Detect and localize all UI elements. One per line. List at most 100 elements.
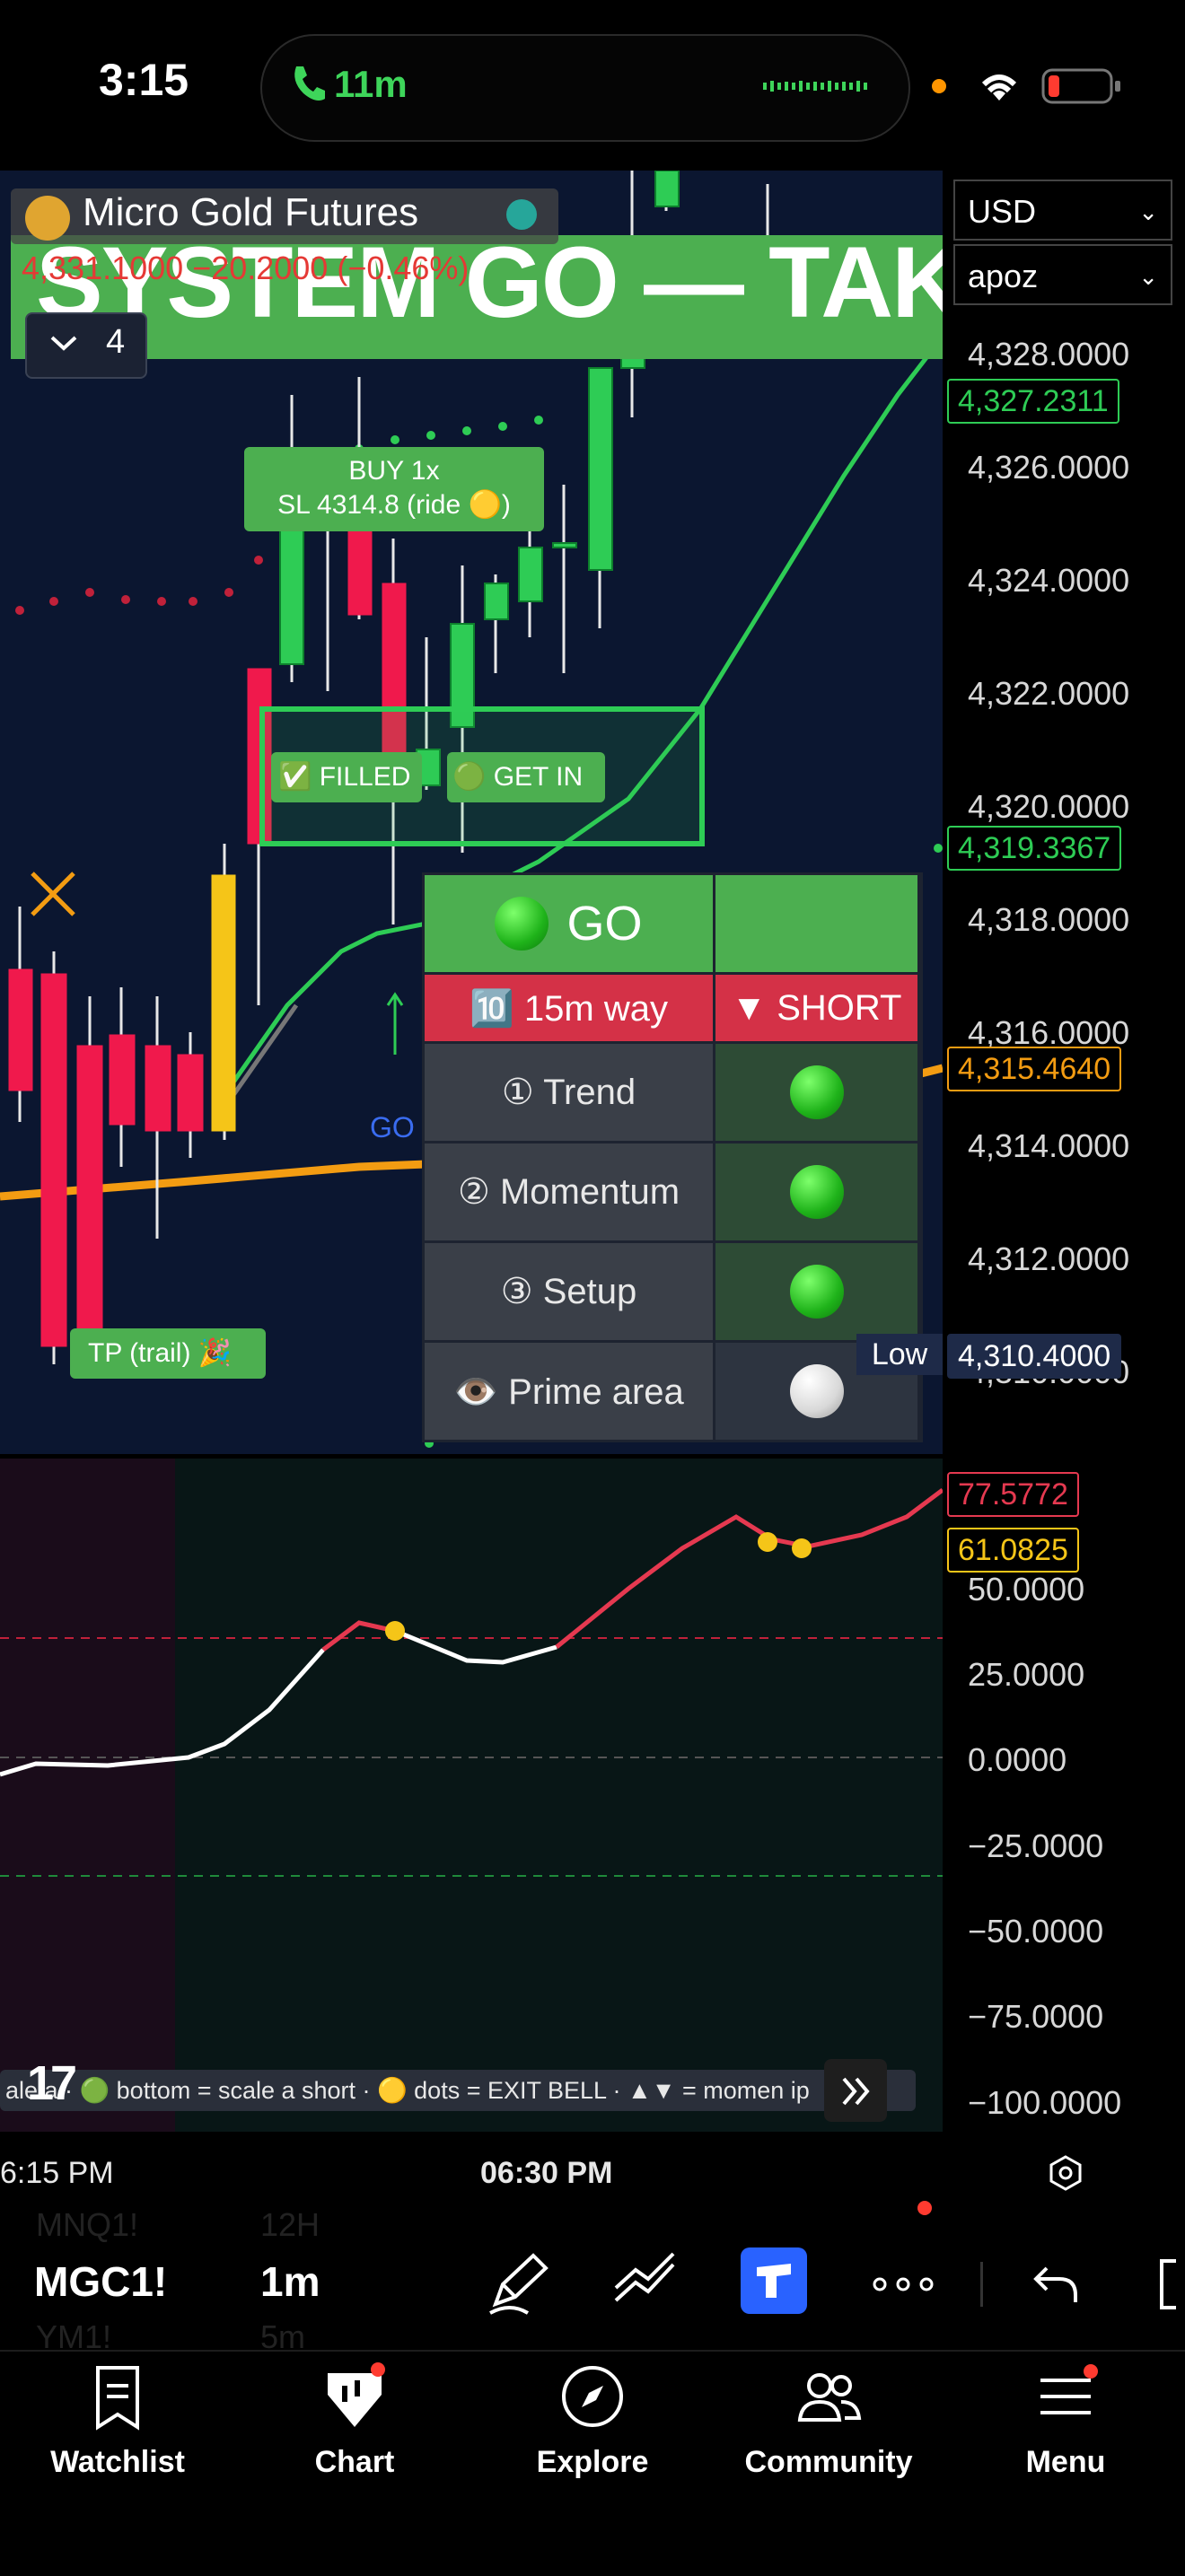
chevron-down-icon: ⌄	[1138, 198, 1158, 225]
oscillator-tick: 25.0000	[968, 1656, 1085, 1693]
chevron-down-icon	[50, 336, 77, 351]
signal-row-trend: ① Trend	[425, 1044, 920, 1143]
get-in-tag: 🟢 GET IN	[447, 752, 605, 802]
compass-icon	[562, 2366, 623, 2427]
white-light-icon	[789, 1364, 844, 1418]
chevron-down-icon: ⌄	[1138, 263, 1158, 290]
interval-scroll-prev: 12H	[260, 2206, 320, 2243]
oscillator-tick: 0.0000	[968, 1741, 1067, 1778]
tab-chart[interactable]: Chart	[251, 2361, 458, 2522]
interval-picker[interactable]: 1m	[260, 2257, 320, 2306]
undo-icon[interactable]	[1020, 2248, 1092, 2320]
price-tick: 4,312.0000	[968, 1240, 1130, 1277]
price-tick: 4,328.0000	[968, 336, 1130, 372]
price-tick: 4,322.0000	[968, 675, 1130, 712]
tab-menu[interactable]: Menu	[962, 2361, 1169, 2522]
signal-row-label: ③ Setup	[425, 1243, 715, 1340]
symbol-price-change: 4,331.1000 −20.2000 (−0.46%)	[22, 250, 470, 286]
tab-community[interactable]: Community	[725, 2361, 932, 2522]
oscillator-tick: 50.0000	[968, 1571, 1085, 1608]
price-tick: 4,318.0000	[968, 901, 1130, 938]
indicator-legend-tape: ale a · 🟢 bottom = scale a short · 🟡 dot…	[0, 2070, 916, 2111]
status-time: 3:15	[99, 55, 189, 105]
signal-row-label: ② Momentum	[425, 1143, 715, 1240]
home-indicator	[377, 2540, 808, 2551]
currency-select[interactable]: USD ⌄	[953, 180, 1172, 241]
tab-label: Watchlist	[50, 2445, 185, 2479]
watchlist-icon	[96, 2366, 139, 2431]
oscillator-tick: −25.0000	[968, 1827, 1104, 1864]
take-profit-tag: TP (trail) 🎉	[70, 1328, 266, 1379]
oscillator-tick: −50.0000	[968, 1913, 1104, 1950]
indicator-template-icon	[757, 2264, 791, 2298]
notification-badge	[917, 2201, 932, 2215]
trend-lines-icon[interactable]	[609, 2248, 680, 2320]
wifi-icon	[981, 74, 1017, 101]
double-chevron-right-icon	[842, 2077, 870, 2106]
indicator-count: 4	[106, 323, 126, 361]
signal-header: GO	[425, 875, 715, 972]
privacy-indicator-icon	[932, 79, 946, 93]
menu-icon	[1030, 2361, 1102, 2432]
symbol-picker[interactable]: MGC1!	[34, 2257, 167, 2306]
currency-value: USD	[968, 193, 1037, 230]
notification-badge	[371, 2362, 385, 2377]
symbol-scroll-prev: MNQ1!	[36, 2206, 139, 2243]
time-tick-left: 6:15 PM	[0, 2156, 114, 2190]
phone-icon	[294, 66, 325, 101]
gold-symbol-icon	[25, 196, 70, 241]
tab-watchlist[interactable]: Watchlist	[14, 2361, 221, 2522]
indicator-collapse-button[interactable]	[25, 312, 147, 379]
signal-row-label: ① Trend	[425, 1044, 715, 1141]
oscillator-label-signal: 61.0825	[947, 1528, 1079, 1573]
green-light-icon	[789, 1265, 844, 1319]
fullscreen-icon[interactable]	[1149, 2248, 1185, 2320]
oscillator-canvas	[0, 1488, 943, 1877]
signal-row-setup: ③ Setup	[425, 1243, 920, 1343]
green-light-icon	[789, 1065, 844, 1119]
buy-order-tag[interactable]: BUY 1x SL 4314.8 (ride 🟡)	[244, 447, 544, 531]
tab-explore[interactable]: Explore	[489, 2361, 696, 2522]
oscillator-label-main: 77.5772	[947, 1472, 1079, 1517]
signal-row-momentum: ② Momentum	[425, 1143, 920, 1243]
oscillator-tick: −75.0000	[968, 1998, 1104, 2035]
low-tag: Low	[856, 1334, 943, 1375]
pencil-draw-icon[interactable]	[483, 2248, 555, 2320]
profile-select[interactable]: apoz ⌄	[953, 244, 1172, 305]
toolbar-divider	[980, 2262, 983, 2307]
mode-label: 🔟 15m way	[425, 975, 715, 1041]
tab-label: Explore	[536, 2445, 649, 2479]
tab-label: Chart	[314, 2445, 395, 2479]
price-label-trend: 4,327.2311	[947, 379, 1119, 424]
time-tick-center: 06:30 PM	[480, 2156, 613, 2190]
symbol-name: Micro Gold Futures	[83, 190, 419, 234]
oscillator-tick: −100.0000	[968, 2084, 1122, 2121]
settings-hex-icon[interactable]	[1047, 2154, 1084, 2192]
more-options-icon[interactable]	[867, 2248, 939, 2320]
signal-header-text: GO	[566, 897, 643, 951]
audio-waveform-icon	[763, 81, 867, 92]
green-light-icon	[789, 1165, 844, 1219]
price-tick: 4,326.0000	[968, 449, 1130, 486]
buy-order-label: BUY 1x	[348, 456, 440, 486]
profile-value: apoz	[968, 258, 1039, 294]
price-label-ema: 4,315.4640	[947, 1047, 1122, 1091]
tab-label: Menu	[1025, 2445, 1106, 2479]
direction-label: ▼ SHORT	[715, 975, 920, 1041]
chart-toolbar	[0, 2215, 1185, 2350]
notification-badge	[1084, 2364, 1098, 2379]
price-label-stop: 4,319.3367	[947, 826, 1122, 871]
filled-tag: ✅ FILLED	[271, 752, 422, 802]
community-icon	[797, 2373, 862, 2422]
price-tick: 4,314.0000	[968, 1127, 1130, 1164]
signal-row-prime-area: 👁️ Prime area	[425, 1343, 920, 1440]
price-label-low: 4,310.4000	[947, 1334, 1122, 1379]
call-duration: 11m	[334, 63, 408, 105]
chart-icon	[319, 2361, 391, 2432]
tab-label: Community	[744, 2445, 913, 2479]
tradingview-logo: 17	[27, 2056, 77, 2110]
battery-icon	[1041, 68, 1120, 104]
price-tick: 4,324.0000	[968, 562, 1130, 599]
go-marker: GO	[370, 1111, 415, 1143]
market-status-icon	[506, 199, 537, 230]
